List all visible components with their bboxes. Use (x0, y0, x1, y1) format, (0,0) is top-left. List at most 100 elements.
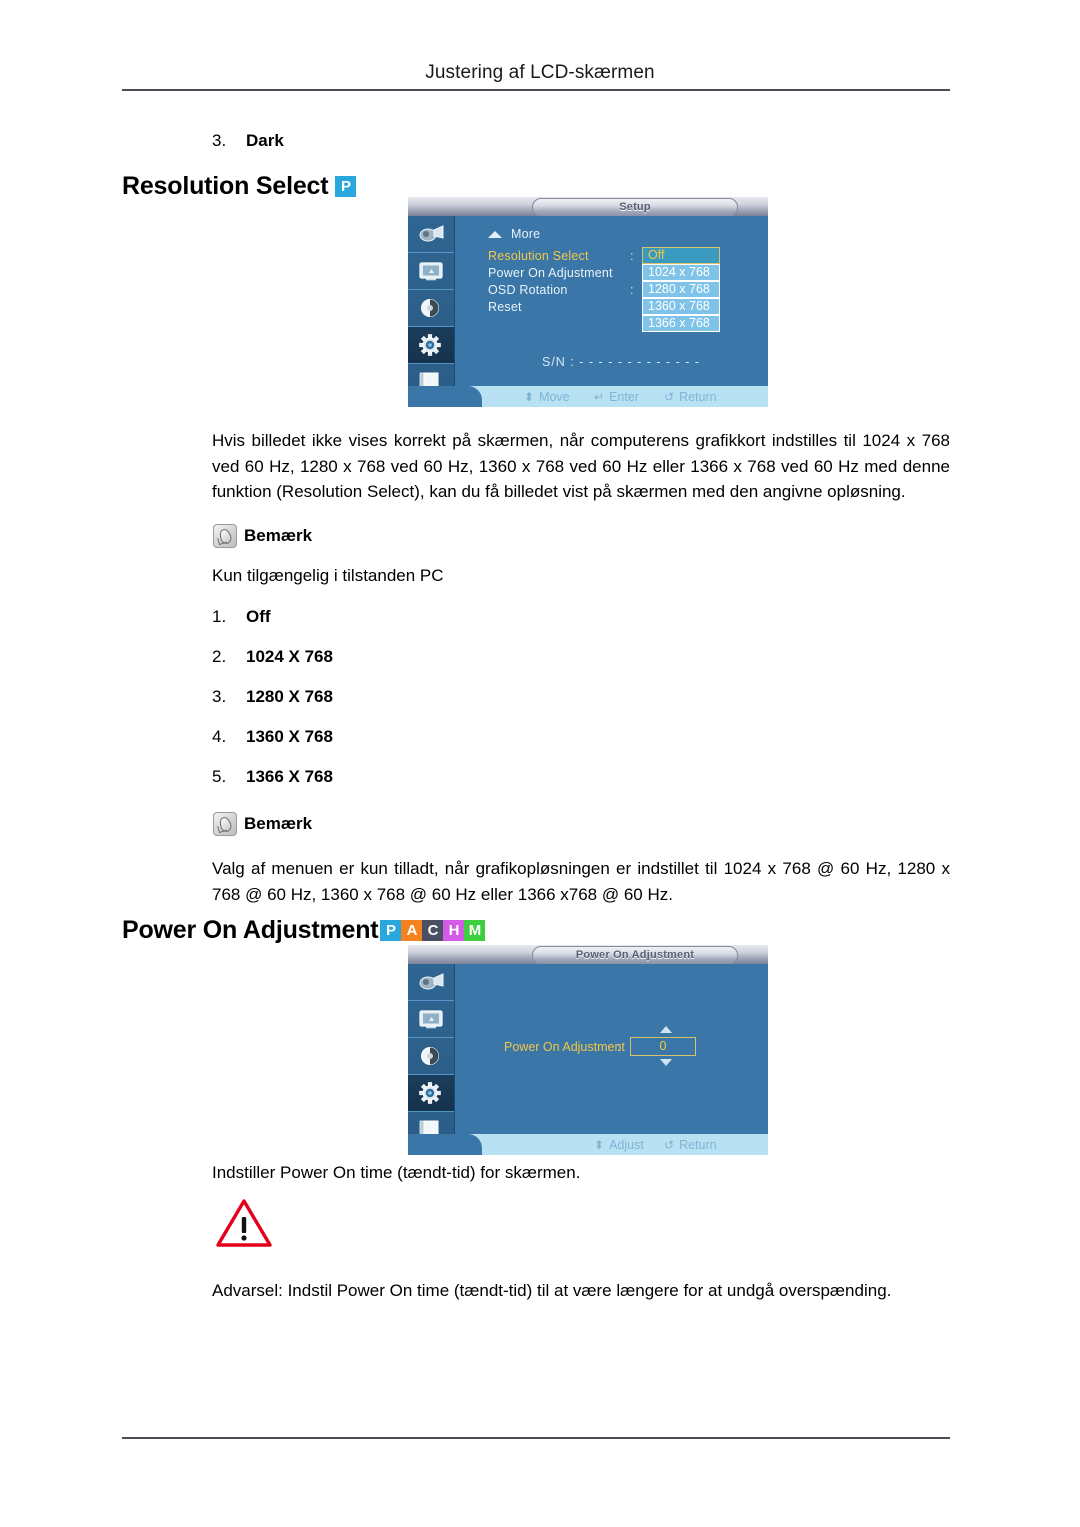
paragraph-power-on-warning: Advarsel: Indstil Power On time (tændt-t… (212, 1281, 892, 1300)
osd-body: Power On Adjustment : 0 ⬍ Adjust ↺ Retur… (408, 964, 768, 1155)
note-label-2: Bemærk (244, 814, 313, 833)
mode-badge-a: A (401, 920, 423, 941)
osd-serial-label: S/N : (542, 355, 575, 369)
list-item-option-2: 2. 1024 X 768 (212, 647, 333, 667)
section-title-power-on-adjustment: Power On Adjustment PACHM (122, 916, 486, 945)
note-text-2: Valg af menuen er kun tilladt, når grafi… (212, 859, 950, 904)
osd-menu-more-label: More (511, 227, 541, 241)
osd-menu-row-reset[interactable]: Reset (488, 300, 522, 314)
osd-rail-item-sound[interactable] (408, 290, 454, 327)
osd-menu-row-power-on-adjustment[interactable]: Power On Adjustment (488, 266, 613, 280)
sound-icon (421, 1047, 439, 1065)
osd-option-off[interactable]: Off (642, 247, 720, 264)
osd-icon-rail (408, 216, 455, 407)
osd-footer-bar: ⬍ Adjust ↺ Return (408, 1134, 768, 1155)
osd-rail-item-picture[interactable] (408, 216, 454, 253)
osd-footer-adjust-label: Adjust (609, 1138, 644, 1152)
osd-option-1280x768[interactable]: 1280 x 768 (642, 281, 720, 298)
note-icon (213, 812, 237, 836)
osd-screenshot-power-on-adjustment: Power On Adjustment Power On Adjustment … (408, 945, 768, 1155)
osd-option-1360x768[interactable]: 1360 x 768 (642, 298, 720, 315)
spinner-down-arrow-icon[interactable] (660, 1059, 672, 1066)
osd-rail-item-screen[interactable] (408, 253, 454, 290)
osd-rail-item-setup[interactable] (408, 327, 454, 364)
osd-option-1366x768[interactable]: 1366 x 768 (642, 315, 720, 332)
list-item-option-4: 4. 1360 X 768 (212, 727, 333, 747)
osd-footer-return-label: Return (679, 390, 717, 404)
enter-icon: ↵ (594, 390, 605, 404)
osd-footer-move[interactable]: ⬍ Move (524, 390, 570, 404)
note-block-2: Bemærk (213, 812, 312, 836)
osd-field-label-power-on-adjustment: Power On Adjustment (504, 1040, 625, 1054)
mode-badge-p: P (335, 176, 357, 197)
list-item-number: 3. (212, 687, 227, 706)
osd-screenshot-setup: Setup More Resolution Select: Power On … (408, 197, 768, 407)
screen-icon (419, 262, 443, 281)
document-page: Justering af LCD-skærmen 3. Dark Resoluti… (0, 0, 1080, 1527)
osd-field-colon: : (617, 1040, 621, 1054)
paragraph-power-on-description: Indstiller Power On time (tændt-tid) for… (212, 1163, 581, 1182)
osd-footer-notch (408, 1134, 482, 1155)
mode-badge-m: M (464, 920, 486, 941)
list-item-label: 1280 X 768 (246, 687, 333, 706)
osd-rail-item-sound[interactable] (408, 1038, 454, 1075)
note-block-1: Bemærk (213, 524, 312, 548)
list-item-label: 1366 X 768 (246, 767, 333, 786)
updown-arrow-icon: ⬍ (524, 390, 535, 404)
osd-option-1024x768[interactable]: 1024 x 768 (642, 264, 720, 281)
list-item-dark: 3. Dark (212, 131, 284, 151)
return-icon: ↺ (664, 390, 675, 404)
osd-menu-row-osd-rotation[interactable]: OSD Rotation (488, 283, 568, 297)
osd-footer-return[interactable]: ↺ Return (664, 390, 717, 404)
header-divider (122, 89, 950, 91)
osd-footer-enter[interactable]: ↵ Enter (594, 390, 639, 404)
osd-title: Setup (532, 198, 738, 217)
osd-serial-number: S/N : - - - - - - - - - - - - - (542, 355, 700, 369)
list-item-number: 2. (212, 647, 227, 666)
osd-menu-area: Power On Adjustment : 0 (454, 964, 768, 1155)
osd-titlebar: Setup (408, 197, 768, 217)
list-item-number: 1. (212, 607, 227, 626)
more-up-arrow-icon (488, 231, 502, 238)
note-icon (213, 524, 237, 548)
mode-badge-group: PACHM (380, 920, 486, 941)
osd-rail-item-setup[interactable] (408, 1075, 454, 1112)
list-item-option-5: 5. 1366 X 768 (212, 767, 333, 787)
list-item-number: 3. (212, 131, 227, 150)
osd-footer-adjust[interactable]: ⬍ Adjust (594, 1138, 644, 1152)
osd-titlebar: Power On Adjustment (408, 945, 768, 965)
list-item-label: Off (246, 607, 271, 626)
mode-badge-p: P (380, 920, 402, 941)
warning-triangle-icon (216, 1199, 272, 1247)
osd-footer-return-label: Return (679, 1138, 717, 1152)
paragraph-resolution-select: Hvis billedet ikke vises korrekt på skær… (212, 431, 950, 501)
section-title-text: Resolution Select (122, 172, 329, 200)
list-item-label: 1360 X 768 (246, 727, 333, 746)
list-item-label: 1024 X 768 (246, 647, 333, 666)
picture-icon (419, 973, 444, 990)
osd-menu-colon-0: : (630, 249, 634, 263)
list-item-option-3: 3. 1280 X 768 (212, 687, 333, 707)
osd-menu-area: More Resolution Select : Power On Adjust… (454, 216, 768, 407)
list-item-option-1: 1. Off (212, 607, 271, 627)
mode-badge-h: H (443, 920, 465, 941)
note-text-1: Kun tilgængelig i tilstanden PC (212, 566, 444, 585)
list-item-label: Dark (246, 131, 284, 150)
osd-rail-item-screen[interactable] (408, 1001, 454, 1038)
spinner-up-arrow-icon[interactable] (660, 1026, 672, 1033)
osd-serial-value: - - - - - - - - - - - - - (579, 355, 701, 369)
osd-footer-bar: ⬍ Move ↵ Enter ↺ Return (408, 386, 768, 407)
osd-footer-return[interactable]: ↺ Return (664, 1138, 717, 1152)
osd-icon-rail (408, 964, 455, 1155)
note-label-1: Bemærk (244, 526, 313, 545)
osd-rail-item-picture[interactable] (408, 964, 454, 1001)
updown-arrow-icon: ⬍ (594, 1138, 605, 1152)
screen-icon (419, 1010, 443, 1029)
osd-menu-row-resolution-select[interactable]: Resolution Select (488, 249, 589, 263)
mode-badge-c: C (422, 920, 444, 941)
return-icon: ↺ (664, 1138, 675, 1152)
picture-icon (419, 225, 444, 242)
list-item-number: 5. (212, 767, 227, 786)
section-title-resolution-select: Resolution Select P (122, 172, 357, 201)
osd-field-value-power-on-adjustment[interactable]: 0 (630, 1037, 696, 1056)
